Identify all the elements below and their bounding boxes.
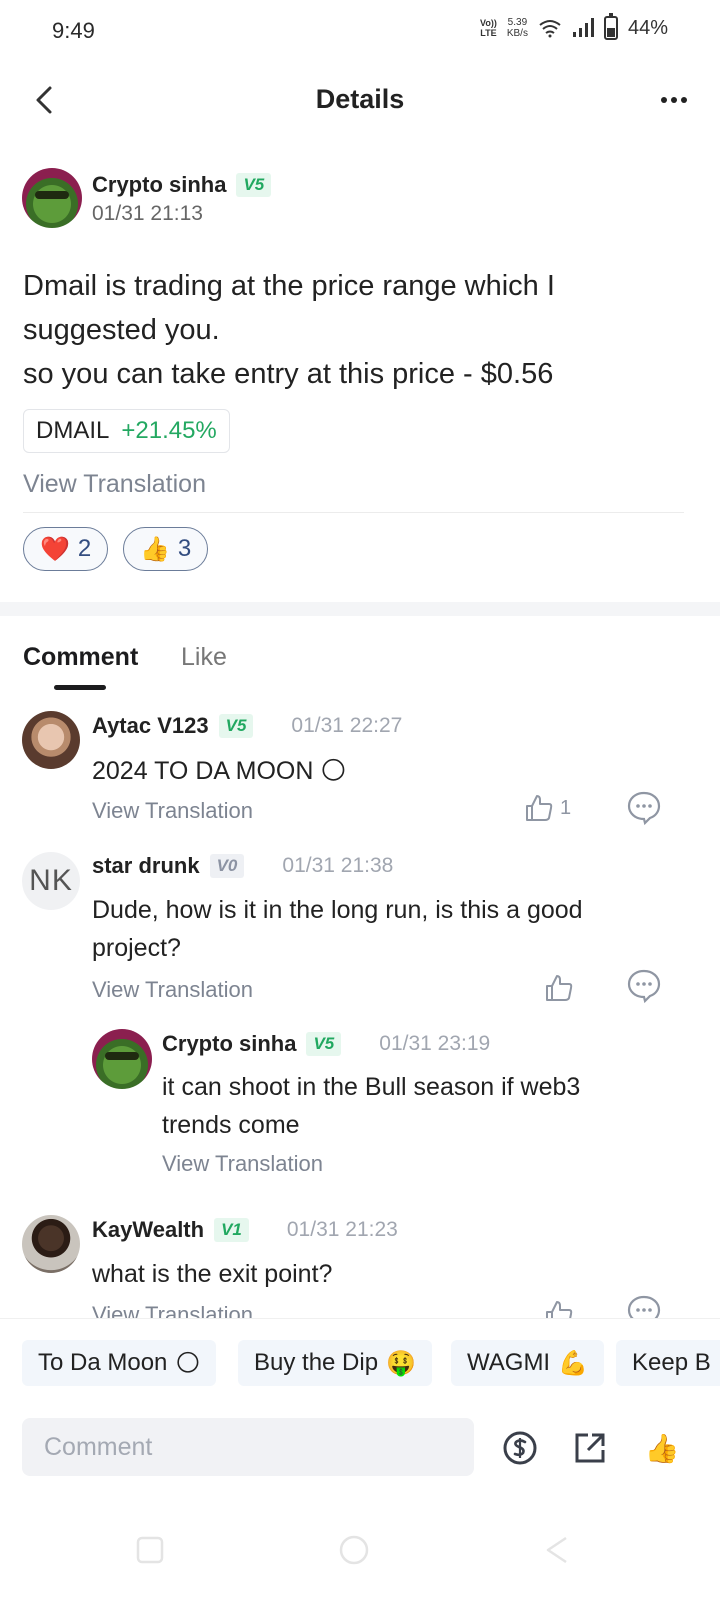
comment-text: Dude, how is it in the long run, is this… — [92, 896, 583, 962]
status-time: 9:49 — [52, 18, 95, 43]
view-translation-link[interactable]: View Translation — [162, 1151, 323, 1177]
comment-author[interactable]: KayWealth V1 01/31 21:23 — [92, 1217, 398, 1243]
reply-button[interactable] — [626, 788, 666, 828]
wifi-icon — [539, 20, 561, 38]
comment-like-button[interactable] — [544, 968, 584, 1008]
comment-avatar[interactable] — [22, 1215, 80, 1273]
heart-emoji-icon: ❤️ — [40, 535, 70, 563]
comment-author-name: star drunk — [92, 853, 200, 878]
post-timestamp: 01/31 21:13 — [92, 202, 203, 225]
tab-indicator — [54, 685, 106, 690]
thumbs-up-emoji-icon: 👍 — [140, 535, 170, 563]
level-badge: V5 — [218, 714, 254, 738]
comment-timestamp: 01/31 22:27 — [291, 714, 403, 737]
ticker-chip[interactable]: DMAIL +21.45% — [23, 409, 230, 453]
thumbs-up-outline-icon — [526, 795, 553, 821]
reply-text: it can shoot in the Bull season if web3 … — [162, 1073, 581, 1139]
chat-bubble-icon — [627, 969, 661, 1004]
flexed-biceps-emoji-icon: 💪 — [558, 1349, 588, 1377]
money-face-emoji-icon: 🤑 — [386, 1349, 416, 1377]
full-moon-emoji-icon: 🌕 — [175, 1349, 201, 1377]
comment-timestamp: 01/31 21:38 — [282, 854, 394, 877]
reply-button[interactable] — [626, 966, 666, 1006]
quick-reply-chip[interactable]: WAGMI 💪 — [451, 1340, 604, 1386]
comment-input[interactable] — [22, 1418, 474, 1476]
view-translation-link[interactable]: View Translation — [92, 798, 253, 824]
system-nav-bar — [0, 1500, 720, 1600]
more-options-button[interactable] — [654, 80, 694, 120]
signal-icon — [572, 18, 594, 37]
reaction-heart[interactable]: ❤️ 2 — [23, 527, 109, 571]
quick-reply-chip[interactable]: To Da Moon 🌕 — [22, 1340, 217, 1386]
status-bar: 9:49 Vo)) LTE 5.39 KB/s 44% — [0, 0, 720, 62]
comment-avatar[interactable]: NK — [22, 852, 80, 910]
like-count: 1 — [560, 796, 572, 819]
top-app-bar: Details — [0, 70, 720, 130]
status-icons: Vo)) LTE 5.39 KB/s 44% — [480, 13, 668, 40]
reply-timestamp: 01/31 23:19 — [379, 1032, 491, 1055]
quick-reply-chip[interactable]: Buy the Dip 🤑 — [238, 1340, 432, 1386]
section-separator — [0, 602, 720, 616]
quick-reply-bar: To Da Moon 🌕 Buy the Dip 🤑 WAGMI 💪 Keep … — [0, 1318, 720, 1410]
post-author[interactable]: Crypto sinha V5 — [92, 172, 272, 198]
comment-text: 2024 TO DA MOON 🌕 — [92, 757, 347, 785]
network-speed: 5.39 KB/s — [506, 17, 528, 39]
comment-author-name: Aytac V123 — [92, 713, 209, 738]
back-nav-icon[interactable] — [540, 1532, 576, 1568]
level-badge: V5 — [236, 173, 272, 197]
quick-reply-chip[interactable]: Keep B — [616, 1340, 720, 1386]
post-body: Dmail is trading at the price range whic… — [23, 270, 555, 390]
comment-author[interactable]: Aytac V123 V5 01/31 22:27 — [92, 713, 402, 739]
share-icon — [575, 1433, 605, 1463]
tip-button[interactable] — [500, 1428, 540, 1468]
ticker-symbol: DMAIL — [36, 417, 110, 444]
reply-avatar[interactable] — [92, 1029, 152, 1089]
comment-timestamp: 01/31 21:23 — [286, 1218, 398, 1241]
tip-coin-icon — [503, 1431, 537, 1465]
tab-like[interactable]: Like — [181, 643, 227, 672]
reply-author[interactable]: Crypto sinha V5 01/31 23:19 — [162, 1031, 490, 1057]
recents-nav-icon[interactable] — [132, 1532, 168, 1568]
chat-bubble-icon — [627, 791, 661, 826]
thumbs-up-outline-icon — [546, 975, 573, 1001]
level-badge: V5 — [306, 1032, 342, 1056]
battery-icon — [603, 13, 618, 40]
post-author-avatar[interactable] — [22, 168, 82, 228]
level-badge: V1 — [214, 1218, 249, 1242]
share-button[interactable] — [570, 1428, 610, 1468]
tab-comment[interactable]: Comment — [23, 643, 138, 672]
battery-percent: 44% — [627, 16, 668, 39]
page-title: Details — [315, 84, 405, 114]
comment-text: what is the exit point? — [92, 1260, 333, 1288]
comment-author-name: KayWealth — [92, 1217, 205, 1242]
divider — [23, 512, 684, 513]
post-author-name: Crypto sinha — [92, 172, 227, 197]
view-translation-link[interactable]: View Translation — [23, 470, 206, 499]
comment-avatar[interactable] — [22, 711, 80, 769]
reaction-thumbs-up[interactable]: 👍 3 — [123, 527, 209, 571]
thumbs-up-emoji-icon: 👍 — [644, 1432, 680, 1464]
reaction-count: 2 — [77, 535, 92, 562]
more-dots-icon — [661, 97, 667, 103]
volte-indicator: Vo)) LTE — [480, 18, 497, 38]
reaction-count: 3 — [177, 535, 192, 562]
comment-like-button[interactable]: 1 — [524, 788, 584, 828]
ticker-change: +21.45% — [121, 417, 217, 444]
like-post-button[interactable]: 👍 — [642, 1428, 682, 1468]
comment-author[interactable]: star drunk V0 01/31 21:38 — [92, 853, 393, 879]
home-nav-icon[interactable] — [336, 1532, 372, 1568]
level-badge: V0 — [209, 854, 245, 878]
view-translation-link[interactable]: View Translation — [92, 977, 253, 1003]
reply-author-name: Crypto sinha — [162, 1031, 297, 1056]
